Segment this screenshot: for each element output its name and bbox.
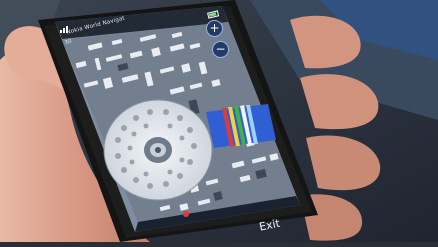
location-marker-icon <box>183 211 189 217</box>
zoom-out-button[interactable]: − <box>212 41 229 58</box>
zoom-in-button[interactable]: + <box>206 20 223 37</box>
venue-hub <box>155 147 161 153</box>
scene-illustration <box>0 0 438 243</box>
photo-scene: Nokia World Navigat 3G + − Exit <box>0 0 438 243</box>
